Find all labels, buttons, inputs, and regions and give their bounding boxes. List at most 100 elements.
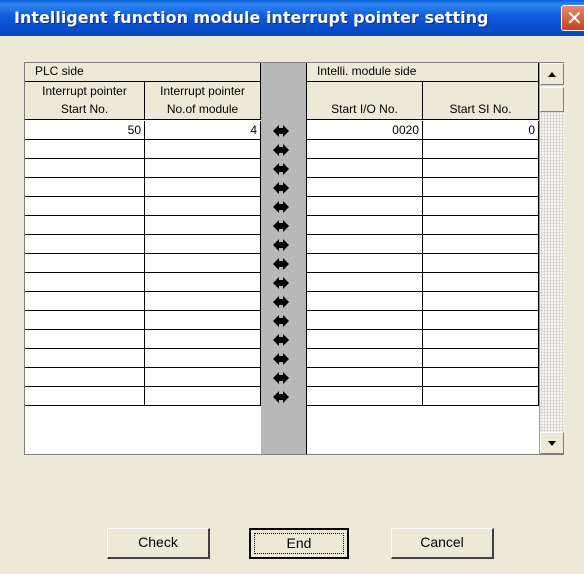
table-cell[interactable]: 0020 [307,121,423,140]
table-row [25,159,539,178]
table-cell[interactable] [25,273,145,292]
table-cell[interactable] [145,216,261,235]
bidirectional-arrow-icon [273,201,289,213]
table-cell[interactable] [423,140,539,159]
table-cell[interactable] [145,235,261,254]
column-header-start-io-no: Start I/O No. [307,82,423,120]
column-header-start-no: Interrupt pointer Start No. [25,82,145,120]
title-bar[interactable]: Intelligent function module interrupt po… [0,0,584,36]
bidirectional-arrow-icon [273,353,289,365]
table-cell[interactable] [25,254,145,273]
table-cell[interactable] [145,273,261,292]
table-cell[interactable] [145,330,261,349]
table-cell[interactable] [423,235,539,254]
table-cell[interactable] [423,330,539,349]
table-cell[interactable] [307,273,423,292]
table-cell[interactable] [423,311,539,330]
bidirectional-arrow-icon [273,144,289,156]
bidirectional-arrow-icon [273,182,289,194]
table-cell[interactable] [145,159,261,178]
table-cell[interactable] [423,216,539,235]
vertical-scrollbar[interactable] [539,63,564,454]
table-cell[interactable] [145,349,261,368]
table-cell[interactable] [307,292,423,311]
dialog-window: Intelligent function module interrupt po… [0,0,584,574]
table-cell[interactable] [25,178,145,197]
table-row [25,273,539,292]
table-cell[interactable] [307,140,423,159]
table-cell[interactable] [307,178,423,197]
table-cell[interactable] [25,216,145,235]
table-cell[interactable] [25,330,145,349]
interrupt-pointer-table: PLC side Intelli. module side Interrupt … [24,62,564,455]
table-cell[interactable] [307,159,423,178]
table-cell[interactable]: 50 [25,121,145,140]
table-row [25,140,539,159]
bidirectional-arrow-icon [273,258,289,270]
focus-outline [254,533,344,554]
table-cell[interactable]: 0 [423,121,539,140]
table-cell[interactable] [145,178,261,197]
table-cell[interactable] [307,235,423,254]
cancel-button[interactable]: Cancel [391,528,494,559]
table-cell[interactable] [423,254,539,273]
table-cell[interactable] [25,311,145,330]
module-side-header: Intelli. module side [307,63,539,82]
end-button[interactable]: End [249,528,349,559]
table-cell[interactable] [25,368,145,387]
table-cell[interactable] [25,197,145,216]
table-cell[interactable] [423,349,539,368]
bidirectional-arrow-icon [273,239,289,251]
table-cell[interactable] [307,330,423,349]
bidirectional-arrow-icon [273,372,289,384]
table-cell[interactable] [423,368,539,387]
table-cell[interactable] [307,254,423,273]
column-header-line: Start I/O No. [331,102,398,116]
table-cell[interactable] [145,387,261,406]
table-cell[interactable] [25,387,145,406]
table-row [25,330,539,349]
table-cell[interactable] [307,311,423,330]
table-cell[interactable]: 4 [145,121,261,140]
bidirectional-arrow-icon [273,391,289,403]
bidirectional-arrow-icon [273,125,289,137]
table-row: 50 4 0020 0 [25,121,539,140]
table-row [25,178,539,197]
table-cell[interactable] [145,140,261,159]
bidirectional-arrow-icon [273,220,289,232]
table-cell[interactable] [145,197,261,216]
column-header-line [307,82,422,100]
scroll-up-arrow-icon [548,72,556,77]
table-cell[interactable] [25,292,145,311]
table-cell[interactable] [307,387,423,406]
bidirectional-arrow-icon [273,296,289,308]
table-row [25,254,539,273]
table-cell[interactable] [145,311,261,330]
table-cell[interactable] [25,349,145,368]
check-button[interactable]: Check [107,528,210,559]
table-cell[interactable] [423,387,539,406]
table-cell[interactable] [307,368,423,387]
table-row [25,387,539,406]
scroll-up-button[interactable] [540,63,564,85]
table-cell[interactable] [145,368,261,387]
table-cell[interactable] [423,273,539,292]
table-cell[interactable] [423,159,539,178]
table-cell[interactable] [25,140,145,159]
scrollbar-thumb[interactable] [540,87,564,112]
scroll-down-button[interactable] [540,432,564,454]
table-cell[interactable] [307,349,423,368]
table-cell[interactable] [25,159,145,178]
close-button[interactable]: ✕ [561,5,584,31]
column-header-line: Start SI No. [449,102,512,116]
table-cell[interactable] [307,197,423,216]
table-cell[interactable] [145,292,261,311]
bidirectional-arrow-icon [273,334,289,346]
table-cell[interactable] [307,216,423,235]
table-cell[interactable] [423,197,539,216]
table-row [25,349,539,368]
table-cell[interactable] [423,292,539,311]
table-cell[interactable] [145,254,261,273]
table-cell[interactable] [423,178,539,197]
table-cell[interactable] [25,235,145,254]
